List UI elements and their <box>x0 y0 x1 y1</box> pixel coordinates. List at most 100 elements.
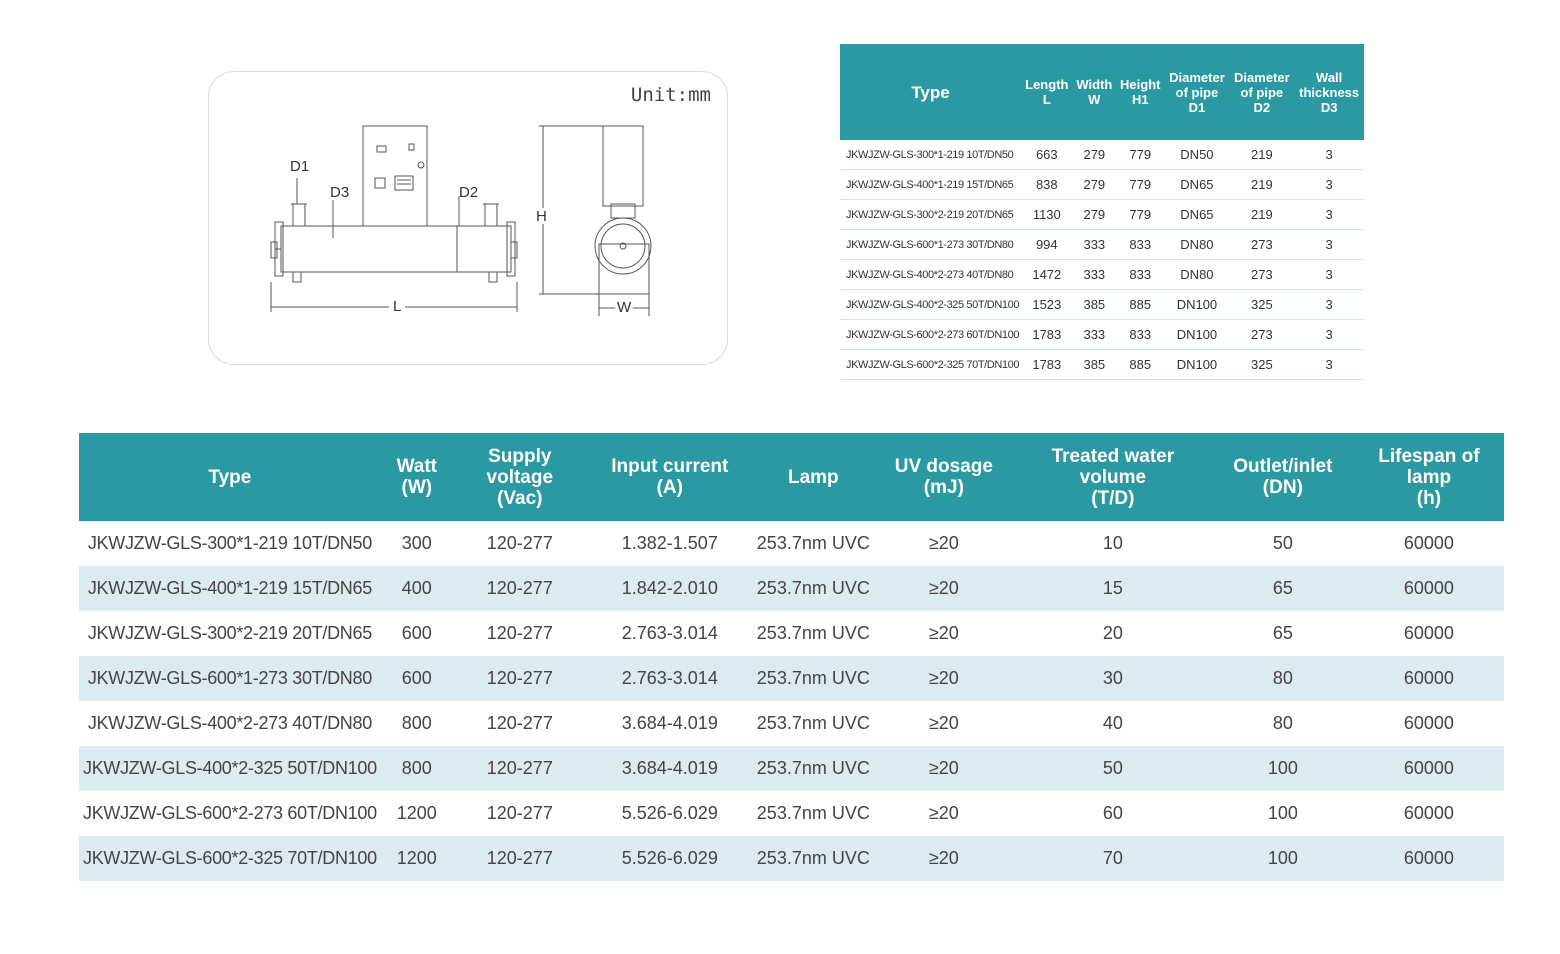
sterilizer-drawing <box>270 125 652 316</box>
table-cell: 253.7nm UVC <box>752 656 874 701</box>
dim-header-d1: Diameter of pipe D1 <box>1164 44 1230 140</box>
table-cell: 385 <box>1072 349 1117 380</box>
model-type-cell: JKWJZW-GLS-600*2-325 70T/DN100 <box>840 349 1022 380</box>
table-cell: 3 <box>1294 349 1364 380</box>
label-d3: D3 <box>330 184 350 201</box>
table-cell: 3.684-4.019 <box>621 713 718 733</box>
spec-header-line: Type <box>208 466 252 488</box>
table-cell: 1.842-2.010 <box>586 566 753 611</box>
table-cell: 60000 <box>1353 656 1504 701</box>
spec-header-line: (W) <box>401 477 433 498</box>
table-cell: 3 <box>1294 169 1364 200</box>
dim-header-line: D3 <box>1320 99 1338 115</box>
table-cell: 120-277 <box>452 836 587 881</box>
table-cell: 779 <box>1116 140 1165 170</box>
table-cell: ≥20 <box>873 656 1014 701</box>
spec-header-line: Input current <box>611 456 729 477</box>
table-cell: 333 <box>1072 229 1117 260</box>
table-cell: DN80 <box>1164 229 1230 260</box>
table-cell: 10 <box>1102 533 1123 553</box>
dimensions-row: JKWJZW-GLS-400*2-273 40T/DN80 1472 333 833 D… <box>840 259 1364 290</box>
spec-header-type: Type <box>79 433 381 521</box>
dim-header-d3: Wall thickness D3 <box>1294 44 1364 140</box>
table-cell: 100 <box>1211 836 1354 881</box>
model-type-cell: JKWJZW-GLS-300*2-219 20T/DN65 <box>87 623 372 643</box>
spec-header-line: Supply voltage <box>486 445 554 488</box>
dimensions-header-row: Type Length L Width W Height H1 Diameter of … <box>840 44 1364 140</box>
table-cell: DN100 <box>1164 349 1230 380</box>
end-flange <box>594 217 652 275</box>
dim-header-line: D1 <box>1188 99 1206 115</box>
label-h: H <box>536 208 547 225</box>
table-cell: ≥20 <box>873 836 1014 881</box>
spec-header-line: UV dosage <box>894 456 993 477</box>
table-cell: 219 <box>1229 169 1295 200</box>
dim-header-line: Height <box>1120 77 1161 92</box>
table-cell: 1.382-1.507 <box>621 533 718 553</box>
spec-header-line: Lifespan of lamp <box>1378 445 1480 488</box>
spec-header-line: (T/D) <box>1091 487 1135 509</box>
label-w: W <box>617 299 632 316</box>
spec-row: JKWJZW-GLS-400*2-325 50T/DN100 800 120-277… <box>79 746 1504 791</box>
model-type-cell: JKWJZW-GLS-400*2-325 50T/DN100 <box>840 289 1022 320</box>
specifications-body: JKWJZW-GLS-300*1-219 10T/DN50 300 120-277 1… <box>79 521 1504 881</box>
table-cell: DN100 <box>1164 319 1230 350</box>
table-cell: 60000 <box>1403 713 1454 733</box>
table-cell: 60000 <box>1403 533 1454 553</box>
table-cell: 60000 <box>1353 746 1504 791</box>
table-cell: 50 <box>1272 533 1293 553</box>
dimensions-row: JKWJZW-GLS-600*1-273 30T/DN80 994 333 833 DN… <box>840 229 1364 260</box>
dimensions-row: JKWJZW-GLS-600*2-273 60T/DN100 1783 333 833… <box>840 319 1364 350</box>
model-type-cell: JKWJZW-GLS-400*1-219 15T/DN65 <box>79 566 381 611</box>
table-cell: 2.763-3.014 <box>621 623 718 643</box>
model-type-cell: JKWJZW-GLS-600*2-325 70T/DN100 <box>79 836 381 881</box>
table-cell: 3 <box>1294 319 1364 350</box>
dimensions-body: JKWJZW-GLS-300*1-219 10T/DN50 663 279 779 DN… <box>840 140 1364 380</box>
table-cell: 300 <box>401 533 432 553</box>
table-cell: 325 <box>1229 349 1295 380</box>
spec-row: JKWJZW-GLS-600*1-273 30T/DN80 600 120-277 2… <box>79 656 1504 701</box>
dim-header-line: W <box>1088 92 1101 107</box>
dim-header-line: Diameter <box>1169 69 1225 85</box>
table-cell: 60000 <box>1353 566 1504 611</box>
table-cell: 833 <box>1116 259 1165 290</box>
table-cell: 279 <box>1072 199 1117 230</box>
dim-header-line: H1 <box>1131 92 1149 107</box>
spec-header-current: Input current (A) <box>586 433 753 521</box>
table-cell: 400 <box>380 566 453 611</box>
table-cell: DN50 <box>1164 140 1230 170</box>
table-cell: 120-277 <box>486 533 553 553</box>
table-cell: 3 <box>1294 259 1364 290</box>
table-cell: 1200 <box>380 836 453 881</box>
dim-header-line: Wall <box>1316 69 1343 85</box>
label-d2: D2 <box>459 184 479 201</box>
table-cell: 60000 <box>1353 836 1504 881</box>
dim-header-length: Length L <box>1021 44 1073 140</box>
table-cell: 779 <box>1116 199 1165 230</box>
table-cell: 120-277 <box>452 656 587 701</box>
spec-row: JKWJZW-GLS-400*1-219 15T/DN65 400 120-277 1… <box>79 566 1504 611</box>
table-cell: 253.7nm UVC <box>756 623 870 643</box>
spec-header-lamp: Lamp <box>752 433 874 521</box>
dimensions-row: JKWJZW-GLS-600*2-325 70T/DN100 1783 385 885… <box>840 349 1364 380</box>
table-cell: 600 <box>380 656 453 701</box>
table-cell: 253.7nm UVC <box>752 746 874 791</box>
table-cell: 279 <box>1072 169 1117 200</box>
table-cell: 833 <box>1116 319 1165 350</box>
table-cell: 253.7nm UVC <box>756 533 870 553</box>
table-cell: 1783 <box>1021 319 1073 350</box>
spec-header-line: (Vac) <box>497 487 543 509</box>
table-cell: 3 <box>1294 199 1364 230</box>
dim-header-line: L <box>1042 92 1051 107</box>
table-cell: 219 <box>1229 140 1295 170</box>
spec-row: JKWJZW-GLS-600*2-325 70T/DN100 1200 120-27… <box>79 836 1504 881</box>
spec-header-water-volume: Treated water volume (T/D) <box>1013 433 1212 521</box>
table-cell: 1130 <box>1021 199 1073 230</box>
table-cell: 3.684-4.019 <box>586 746 753 791</box>
table-cell: ≥20 <box>928 533 959 553</box>
spec-header-row: Type Watt (W) Supply voltage (Vac) Input c… <box>79 433 1504 521</box>
dimensions-row: JKWJZW-GLS-300*2-219 20T/DN65 1130 279 779 D… <box>840 199 1364 230</box>
spec-header-line: (A) <box>656 477 683 498</box>
table-cell: 885 <box>1116 289 1165 320</box>
table-cell: 70 <box>1013 836 1212 881</box>
